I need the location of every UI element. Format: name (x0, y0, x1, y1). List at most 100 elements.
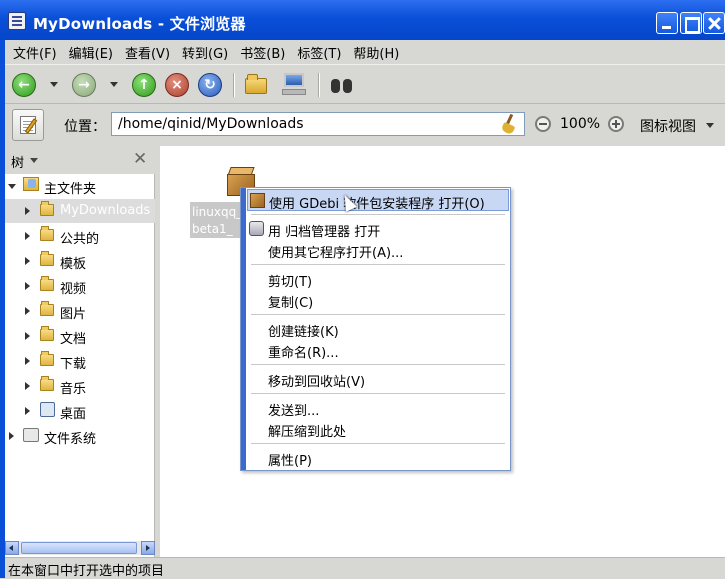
stop-icon[interactable]: × (165, 73, 189, 97)
menu-item-label: 移动到回收站(V) (268, 375, 366, 390)
toggle-location-entry-button[interactable] (12, 109, 44, 141)
expander-closed-icon[interactable] (25, 382, 30, 390)
computer-icon[interactable] (282, 73, 308, 97)
expander-closed-icon[interactable] (25, 357, 30, 365)
menu-item-make-link[interactable]: 创建链接(K) (247, 318, 509, 340)
menu-item-send-to[interactable]: 发送到... (247, 397, 509, 419)
menu-item-extract-here[interactable]: 解压缩到此处 (247, 418, 509, 440)
up-arrow-icon[interactable]: ↑ (132, 73, 156, 97)
tree-item-label: 视频 (60, 282, 87, 297)
scroll-right-arrow-icon[interactable] (141, 541, 155, 555)
menu-item-label: 发送到... (268, 404, 320, 419)
menu-separator (251, 264, 505, 265)
sidebar-horizontal-scrollbar[interactable] (5, 541, 155, 555)
view-mode-selector[interactable]: 图标视图 (640, 116, 696, 136)
home-folder-icon[interactable] (245, 73, 269, 95)
expander-closed-icon[interactable] (25, 282, 30, 290)
computer-base (282, 89, 306, 95)
menu-item-open-with-archive-manager[interactable]: 用 归档管理器 打开 (247, 218, 509, 240)
tree-item-home[interactable]: 主文件夹 (5, 174, 155, 198)
view-mode-dropdown-arrow[interactable] (706, 123, 714, 128)
tree-item-videos[interactable]: 视频 (5, 274, 155, 298)
tree-item-filesystem[interactable]: 文件系统 (5, 424, 155, 448)
menu-separator (251, 443, 505, 444)
menu-item-copy[interactable]: 复制(C) (247, 289, 509, 311)
expander-closed-icon[interactable] (25, 332, 30, 340)
expander-closed-icon[interactable] (25, 232, 30, 240)
menu-view[interactable]: 查看(V) (125, 43, 170, 62)
expander-closed-icon[interactable] (25, 307, 30, 315)
maximize-button[interactable] (680, 12, 702, 34)
zoom-in-icon[interactable] (608, 116, 624, 132)
tree-item-label: MyDownloads (60, 203, 151, 218)
folder-icon (40, 376, 54, 391)
menu-item-open-with-gdebi[interactable]: 使用 GDebi 软件包安装程序 打开(O) (247, 189, 509, 212)
tree-item-music[interactable]: 音乐 (5, 374, 155, 398)
reload-glyph: ↻ (204, 77, 216, 93)
expander-closed-icon[interactable] (25, 207, 30, 215)
menu-item-label: 复制(C) (268, 296, 314, 311)
menu-item-label: 使用 GDebi 软件包安装程序 打开(O) (269, 197, 485, 212)
tree-item-label: 桌面 (60, 407, 87, 422)
menu-help[interactable]: 帮助(H) (353, 43, 399, 62)
forward-history-dropdown[interactable] (110, 82, 118, 87)
tree-item-desktop[interactable]: 桌面 (5, 399, 155, 423)
menu-bookmarks[interactable]: 书签(B) (240, 43, 285, 62)
minimize-button[interactable] (656, 12, 678, 34)
menu-go[interactable]: 转到(G) (182, 43, 228, 62)
menu-item-label: 重命名(R)... (268, 346, 339, 361)
zoom-out-icon[interactable] (535, 116, 551, 132)
folder-icon (40, 251, 54, 266)
tree-item-mydownloads[interactable]: MyDownloads (5, 199, 155, 223)
back-history-dropdown[interactable] (50, 82, 58, 87)
expander-closed-icon[interactable] (25, 407, 30, 415)
sidebar-type-selector[interactable]: 树 (11, 152, 24, 171)
title-bar[interactable]: MyDownloads - 文件浏览器 (0, 0, 725, 40)
menu-tabs[interactable]: 标签(T) (297, 43, 341, 62)
menu-file[interactable]: 文件(F) (13, 43, 57, 62)
tree-item-documents[interactable]: 文档 (5, 324, 155, 348)
tree-item-label: 文档 (60, 332, 87, 347)
up-glyph: ↑ (138, 77, 150, 93)
close-window-button[interactable] (703, 12, 725, 34)
menu-item-cut[interactable]: 剪切(T) (247, 268, 509, 290)
scroll-left-arrow-icon[interactable] (5, 541, 19, 555)
tree-item-downloads[interactable]: 下载 (5, 349, 155, 373)
folder-icon (40, 301, 54, 316)
sidebar-header: 树 ✕ (5, 146, 155, 174)
menu-item-label: 属性(P) (268, 454, 312, 469)
location-bar: 位置： 100% 图标视图 (5, 104, 725, 146)
file-browser-app-icon[interactable] (8, 12, 26, 30)
stop-glyph: × (171, 77, 183, 93)
tree-item-public[interactable]: 公共的 (5, 224, 155, 248)
close-sidebar-icon[interactable]: ✕ (133, 149, 147, 169)
menu-bar: 文件(F) 编辑(E) 查看(V) 转到(G) 书签(B) 标签(T) 帮助(H… (5, 40, 725, 64)
menu-item-label: 用 归档管理器 打开 (268, 225, 381, 240)
menu-item-move-to-trash[interactable]: 移动到回收站(V) (247, 368, 509, 390)
menu-item-properties[interactable]: 属性(P) (247, 447, 509, 469)
zoom-level: 100% (560, 116, 601, 132)
back-glyph: ← (18, 77, 30, 93)
tree-item-pictures[interactable]: 图片 (5, 299, 155, 323)
back-arrow-icon[interactable]: ← (12, 73, 36, 97)
forward-arrow-icon[interactable]: → (72, 73, 96, 97)
menu-edit[interactable]: 编辑(E) (69, 43, 113, 62)
menu-item-rename[interactable]: 重命名(R)... (247, 339, 509, 361)
forward-glyph: → (78, 77, 90, 93)
computer-screen (284, 73, 304, 87)
expander-closed-icon[interactable] (25, 257, 30, 265)
tree-item-templates[interactable]: 模板 (5, 249, 155, 273)
clear-broom-icon[interactable] (499, 114, 519, 134)
expander-open-icon[interactable] (8, 184, 16, 189)
window-title: MyDownloads - 文件浏览器 (33, 15, 246, 33)
folder-icon (40, 226, 54, 241)
location-path-input[interactable] (111, 112, 525, 136)
folder-icon (40, 326, 54, 341)
menu-separator (251, 393, 505, 394)
chevron-down-icon[interactable] (30, 158, 38, 163)
binoculars-search-icon[interactable] (330, 75, 354, 95)
reload-icon[interactable]: ↻ (198, 73, 222, 97)
menu-item-open-with-other[interactable]: 使用其它程序打开(A)... (247, 239, 509, 261)
expander-closed-icon[interactable] (9, 432, 14, 440)
scrollbar-thumb[interactable] (21, 542, 137, 554)
